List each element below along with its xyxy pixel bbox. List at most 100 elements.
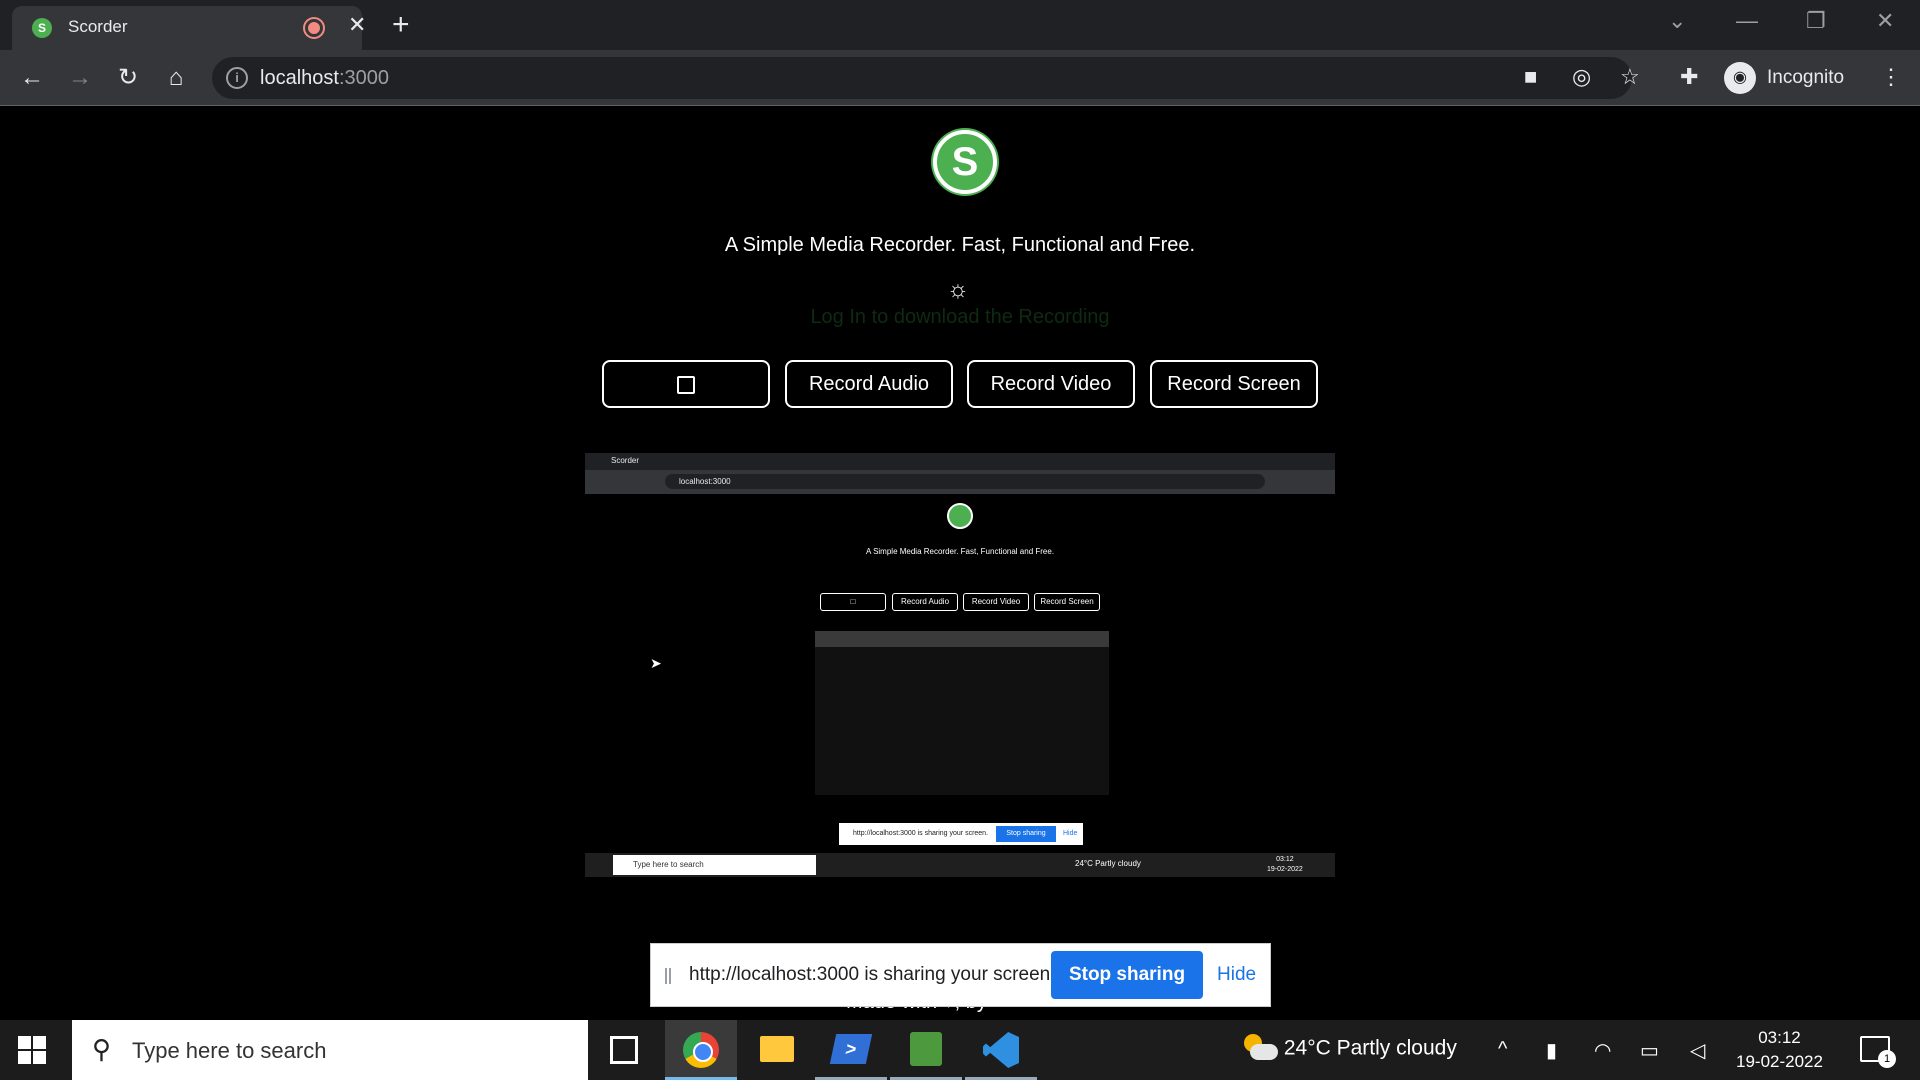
minimize-icon[interactable]: —	[1736, 8, 1758, 34]
preview-url: localhost:3000	[665, 474, 1265, 489]
preview-tagline: A Simple Media Recorder. Fast, Functiona…	[865, 547, 1055, 556]
bookmark-star-icon[interactable]: ☆	[1620, 64, 1640, 90]
tab-close-icon[interactable]: ✕	[348, 12, 366, 38]
url-text: localhost:3000	[260, 67, 389, 90]
home-icon[interactable]: ⌂	[160, 62, 192, 94]
back-icon[interactable]: ←	[16, 62, 48, 94]
stop-square-icon	[677, 375, 695, 394]
recording-indicator-icon	[305, 19, 323, 37]
stop-sharing-button[interactable]: Stop sharing	[1051, 951, 1203, 999]
start-tile	[33, 1036, 46, 1049]
volume-icon[interactable]: ◁	[1690, 1038, 1705, 1063]
logo-letter: S	[951, 140, 979, 184]
tagline: A Simple Media Recorder. Fast, Functiona…	[724, 234, 1196, 256]
chrome-icon	[683, 1032, 719, 1068]
start-tile	[18, 1036, 31, 1049]
preview-record-screen: Record Screen	[1034, 593, 1100, 611]
restore-icon[interactable]: ❐	[1806, 8, 1826, 34]
taskbar-clock[interactable]: 03:12 19-02-2022	[1736, 1026, 1823, 1074]
browser-tab[interactable]: S Scorder ✕	[12, 6, 366, 50]
preview-nested-recording	[815, 631, 1109, 795]
scorder-logo: S	[933, 130, 997, 194]
chrome-menu-icon[interactable]: ⋮	[1880, 64, 1902, 90]
window-close-icon[interactable]: ✕	[1876, 8, 1894, 34]
browser-tab-strip: S Scorder ✕ + ⌄ — ❐ ✕	[0, 0, 1920, 50]
tab-title: Scorder	[68, 17, 128, 36]
address-bar[interactable]: i localhost:3000	[212, 57, 1632, 99]
scorder-favicon-icon: S	[32, 18, 52, 38]
start-tile	[18, 1051, 31, 1064]
microphone-icon[interactable]: ▮	[1546, 1038, 1557, 1063]
preview-stop-button: □	[820, 593, 886, 611]
forward-icon[interactable]: →	[64, 62, 96, 94]
battery-icon[interactable]: ▭	[1640, 1038, 1659, 1063]
powershell-icon: >	[829, 1034, 873, 1064]
incognito-icon: ◉	[1724, 62, 1756, 94]
search-placeholder: Type here to search	[132, 1038, 327, 1063]
windows-taskbar: ⚲ Type here to search > 24°C Partly clou…	[0, 1020, 1920, 1080]
record-screen-button[interactable]: Record Screen	[1150, 360, 1318, 408]
taskbar-powershell[interactable]: >	[815, 1020, 887, 1080]
notification-count: 1	[1878, 1050, 1896, 1068]
site-info-icon[interactable]: i	[226, 67, 248, 89]
third-party-cookies-blocked-icon[interactable]: ◎	[1572, 64, 1591, 90]
preview-hide: Hide	[1063, 830, 1078, 837]
preview-share-bar: http://localhost:3000 is sharing your sc…	[839, 823, 1083, 845]
drag-handle-icon[interactable]	[665, 968, 671, 984]
screen-sharing-bar: http://localhost:3000 is sharing your sc…	[650, 943, 1271, 1007]
record-audio-button[interactable]: Record Audio	[785, 360, 953, 408]
url-host: localhost	[260, 67, 339, 89]
editor-app-icon	[910, 1032, 942, 1066]
preview-time: 03:12	[1276, 856, 1294, 863]
weather-temp: 24°C	[1283, 1036, 1331, 1060]
url-port: :3000	[338, 67, 389, 89]
network-icon[interactable]: ◠	[1594, 1038, 1611, 1063]
preview-clock: 03:12 19-02-2022	[1267, 855, 1303, 875]
task-view-icon[interactable]	[610, 1036, 638, 1064]
camera-in-use-icon[interactable]: ■	[1524, 64, 1537, 90]
mouse-cursor-icon: ➤	[650, 655, 662, 671]
show-hidden-icons-chevron-icon[interactable]: ^	[1498, 1038, 1507, 1061]
page-content: S A Simple Media Recorder. Fast, Functio…	[0, 107, 1920, 1020]
theme-toggle-sun-icon[interactable]: ☼	[947, 276, 969, 304]
taskbar-search-box[interactable]: ⚲ Type here to search	[72, 1020, 588, 1080]
preview-share-message: http://localhost:3000 is sharing your sc…	[853, 830, 989, 837]
preview-record-audio: Record Audio	[892, 593, 958, 611]
windows-start-icon[interactable]	[18, 1036, 46, 1064]
reload-icon[interactable]: ↻	[112, 62, 144, 94]
preview-stop-sharing: Stop sharing	[996, 826, 1056, 842]
taskbar-vscode[interactable]	[965, 1020, 1037, 1080]
login-hint[interactable]: Log In to download the Recording	[0, 306, 1920, 329]
vscode-icon	[983, 1032, 1019, 1068]
preview-tab-strip: Scorder	[585, 453, 1335, 470]
weather-desc: Partly cloudy	[1336, 1036, 1457, 1060]
preview-record-video: Record Video	[963, 593, 1029, 611]
notification-center-icon[interactable]: 1	[1860, 1036, 1896, 1068]
browser-toolbar: ← → ↻ ⌂ i localhost:3000 ■ ◎ ☆ ✚ ◉ Incog…	[0, 50, 1920, 106]
preview-search: Type here to search	[613, 855, 816, 875]
hide-button[interactable]: Hide	[1217, 964, 1256, 986]
preview-weather: 24°C Partly cloudy	[1075, 859, 1141, 868]
start-tile	[33, 1051, 46, 1064]
stop-recording-button[interactable]	[602, 360, 770, 408]
clock-time: 03:12	[1758, 1028, 1801, 1047]
preview-tab-title: Scorder	[611, 456, 640, 465]
partly-cloudy-icon	[1244, 1034, 1278, 1064]
taskbar-chrome[interactable]	[665, 1020, 737, 1080]
record-video-button[interactable]: Record Video	[967, 360, 1135, 408]
taskbar-app[interactable]	[890, 1020, 962, 1080]
recording-preview[interactable]: Scorder localhost:3000 A Simple Media Re…	[585, 453, 1335, 877]
preview-toolbar: localhost:3000	[585, 470, 1335, 494]
incognito-label: Incognito	[1767, 67, 1845, 88]
preview-logo	[947, 503, 973, 529]
clock-date: 19-02-2022	[1736, 1052, 1823, 1071]
tab-search-chevron-icon[interactable]: ⌄	[1668, 8, 1686, 34]
sharing-message: http://localhost:3000 is sharing your sc…	[689, 964, 1056, 985]
weather-widget[interactable]: 24°C Partly cloudy	[1244, 1034, 1457, 1066]
taskbar-file-explorer[interactable]	[740, 1020, 812, 1080]
extensions-icon[interactable]: ✚	[1680, 64, 1698, 90]
search-icon: ⚲	[92, 1034, 112, 1064]
preview-date: 19-02-2022	[1267, 866, 1303, 873]
folder-icon	[760, 1036, 794, 1062]
new-tab-button[interactable]: +	[392, 8, 410, 42]
